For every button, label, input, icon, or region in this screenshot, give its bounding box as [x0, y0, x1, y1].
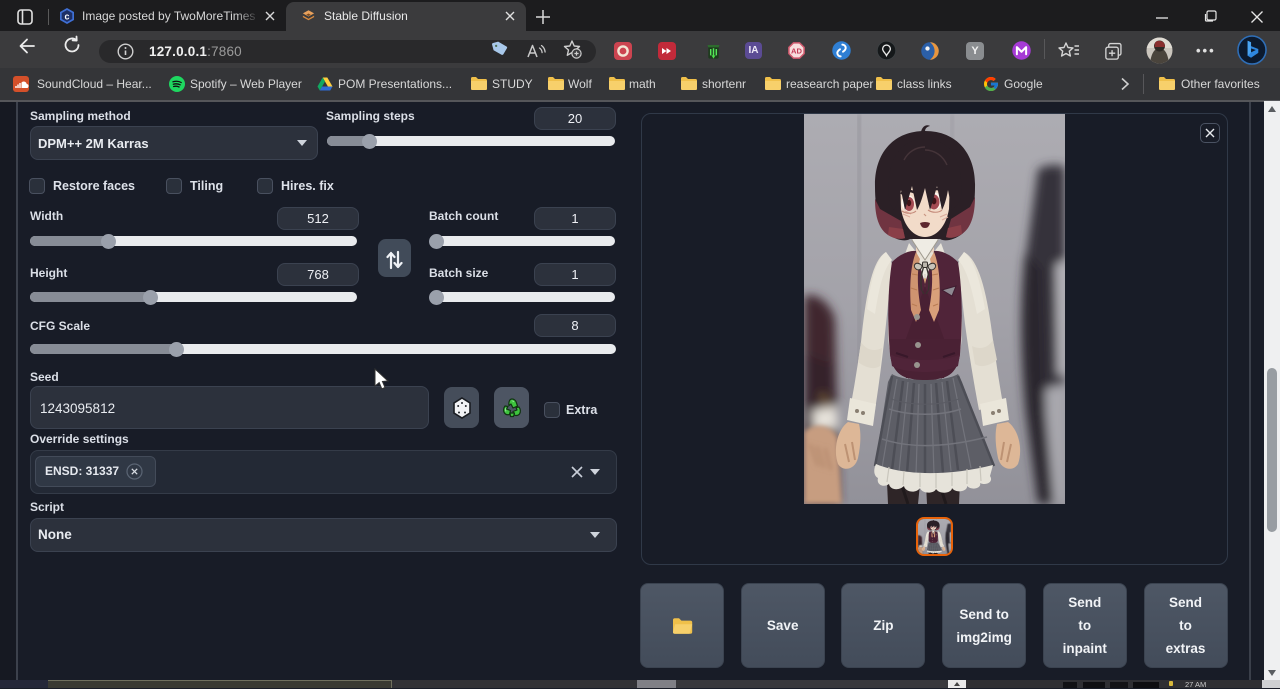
- svg-text:c: c: [64, 12, 69, 22]
- svg-text:AD: AD: [791, 47, 802, 56]
